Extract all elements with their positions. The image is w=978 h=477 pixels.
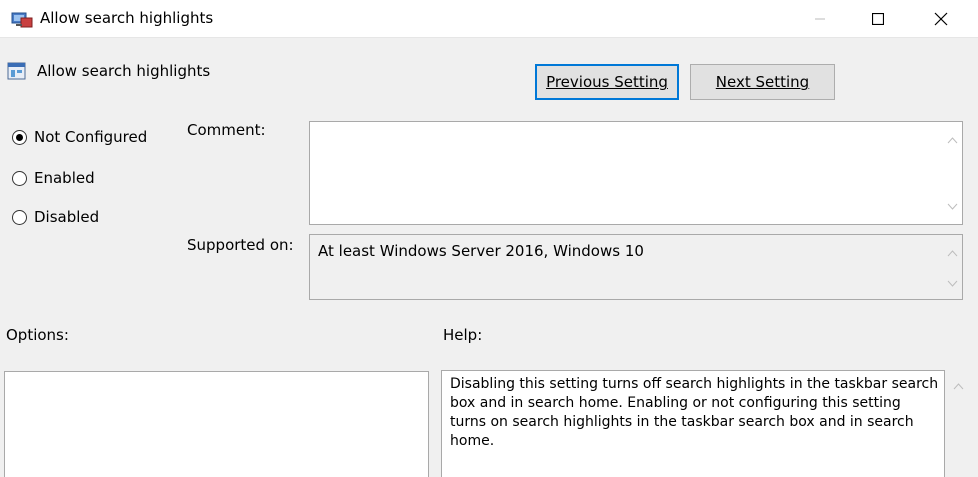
options-panel — [4, 371, 429, 477]
supported-on-value: At least Windows Server 2016, Windows 10 — [318, 242, 644, 260]
radio-enabled[interactable]: Enabled — [12, 169, 95, 187]
maximize-icon — [872, 13, 884, 25]
radio-disabled[interactable]: Disabled — [12, 208, 99, 226]
supported-on-field: At least Windows Server 2016, Windows 10 — [309, 234, 963, 300]
supported-scrollbar[interactable] — [944, 236, 961, 298]
next-setting-button[interactable]: Next Setting — [690, 64, 835, 100]
minimize-icon — [815, 18, 825, 20]
minimize-button[interactable] — [797, 0, 843, 38]
radio-not-configured[interactable]: Not Configured — [12, 128, 147, 146]
help-label: Help: — [443, 326, 483, 344]
window-title: Allow search highlights — [40, 9, 214, 27]
scroll-up-icon[interactable] — [947, 137, 958, 145]
help-scroll-up-icon[interactable] — [953, 376, 964, 394]
radio-button[interactable] — [12, 170, 27, 186]
scroll-down-icon[interactable] — [947, 203, 958, 211]
comment-field[interactable] — [309, 121, 963, 225]
previous-setting-button[interactable]: Previous Setting — [535, 64, 679, 100]
help-text: Disabling this setting turns off search … — [450, 376, 939, 449]
setting-title: Allow search highlights — [37, 62, 211, 80]
options-label: Options: — [6, 326, 69, 344]
comment-label: Comment: — [187, 121, 266, 139]
maximize-button[interactable] — [855, 0, 901, 38]
scroll-down-icon[interactable] — [947, 280, 958, 288]
next-setting-label: Next Setting — [715, 73, 810, 91]
group-policy-icon — [11, 9, 33, 29]
help-panel: Disabling this setting turns off search … — [441, 370, 945, 477]
comment-scrollbar[interactable] — [944, 123, 961, 223]
radio-button[interactable] — [12, 129, 27, 145]
policy-setting-icon — [7, 61, 27, 81]
close-icon — [934, 12, 948, 26]
title-bar: Allow search highlights — [0, 0, 978, 38]
scroll-up-icon[interactable] — [947, 250, 958, 258]
radio-label: Disabled — [34, 208, 100, 226]
radio-label: Enabled — [34, 169, 95, 187]
radio-button[interactable] — [12, 209, 27, 225]
close-button[interactable] — [918, 0, 964, 38]
previous-setting-label: Previous Setting — [546, 73, 668, 91]
supported-on-label: Supported on: — [187, 236, 294, 254]
radio-label: Not Configured — [34, 128, 148, 146]
